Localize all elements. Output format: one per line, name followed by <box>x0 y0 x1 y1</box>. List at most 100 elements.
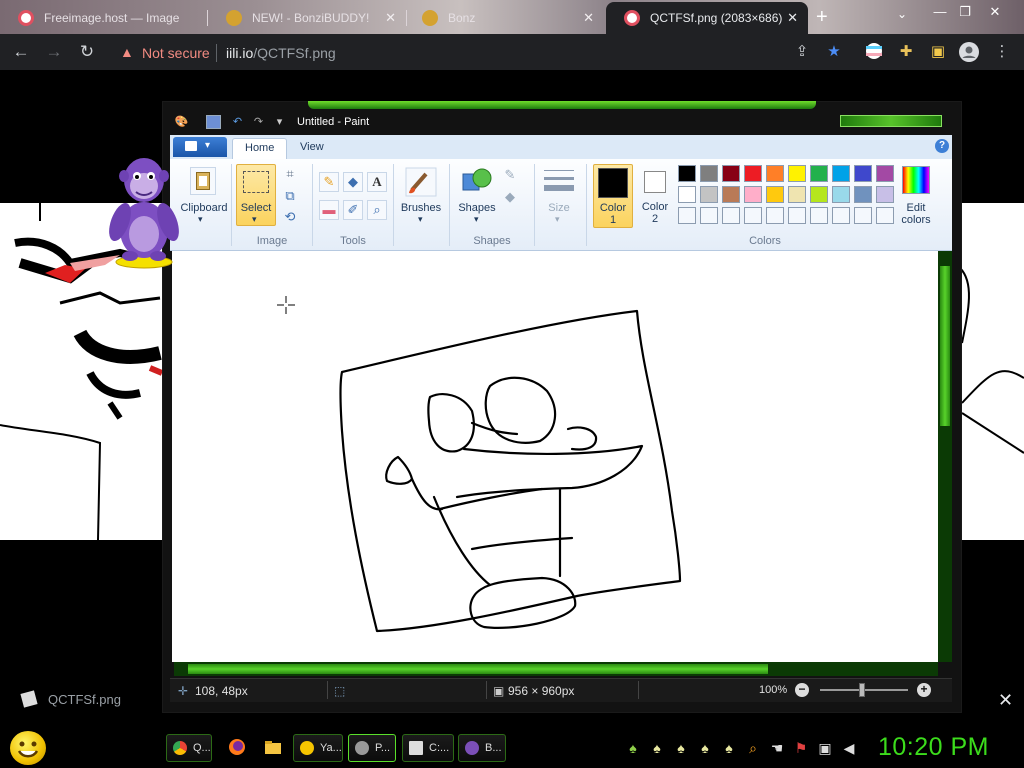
menu-kebab-icon[interactable]: ⋮ <box>992 42 1012 62</box>
crop-icon[interactable]: ⌗ <box>280 165 300 185</box>
new-tab-button[interactable]: + <box>816 6 828 29</box>
palette-empty-swatch[interactable] <box>678 207 696 224</box>
eraser-icon[interactable]: ▬ <box>319 200 339 220</box>
palette-color-swatch[interactable] <box>700 165 718 182</box>
start-button[interactable] <box>10 731 46 765</box>
save-icon[interactable] <box>206 115 221 129</box>
palette-empty-swatch[interactable] <box>832 207 850 224</box>
taskbar-item-paint[interactable]: P... <box>348 734 396 762</box>
undo-icon[interactable]: ↶ <box>230 115 245 129</box>
palette-color-swatch[interactable] <box>722 186 740 203</box>
palette-color-swatch[interactable] <box>744 165 762 182</box>
close-icon[interactable]: ✕ <box>385 10 396 26</box>
pencil-icon[interactable]: ✎ <box>319 172 339 192</box>
color-picker-icon[interactable]: ✐ <box>343 200 363 220</box>
shapes-icon[interactable] <box>460 166 494 198</box>
size-icon[interactable] <box>542 168 576 196</box>
security-indicator[interactable]: Not secure <box>142 45 210 61</box>
tray-bird-icon[interactable]: ♠ <box>648 740 666 756</box>
brushes-icon[interactable] <box>404 166 438 198</box>
vertical-scroll-thumb[interactable] <box>940 266 950 426</box>
folder-icon[interactable] <box>264 738 282 756</box>
palette-color-swatch[interactable] <box>876 186 894 203</box>
restore-icon[interactable]: ❐ <box>955 4 975 20</box>
tray-bird-icon[interactable]: ♠ <box>672 740 690 756</box>
url-text[interactable]: iili.io/QCTFSf.png <box>226 45 336 61</box>
bookmark-star-icon[interactable]: ★ <box>824 42 844 62</box>
palette-color-swatch[interactable] <box>854 165 872 182</box>
help-icon[interactable]: ? <box>935 139 949 153</box>
zoom-out-button[interactable]: − <box>795 683 809 697</box>
reload-icon[interactable]: ↻ <box>76 41 98 63</box>
tab-bonzibuddy[interactable]: NEW! - BonziBUDDY! ✕ <box>208 2 406 34</box>
palette-color-swatch[interactable] <box>810 186 828 203</box>
palette-color-swatch[interactable] <box>700 186 718 203</box>
taskbar-item-bonzi[interactable]: B... <box>458 734 506 762</box>
palette-color-swatch[interactable] <box>788 186 806 203</box>
palette-empty-swatch[interactable] <box>744 207 762 224</box>
palette-color-swatch[interactable] <box>854 186 872 203</box>
taskbar-item-yahoo[interactable]: Ya... <box>293 734 343 762</box>
palette-empty-swatch[interactable] <box>854 207 872 224</box>
tray-flag-icon[interactable]: ⚑ <box>792 740 810 756</box>
palette-color-swatch[interactable] <box>810 165 828 182</box>
palette-color-swatch[interactable] <box>832 165 850 182</box>
tray-network-icon[interactable]: ▣ <box>816 740 834 756</box>
close-window-icon[interactable]: ✕ <box>985 4 1005 20</box>
tab-qctfsf[interactable]: QCTFSf.png (2083×686) ✕ <box>606 2 808 34</box>
tray-hand-icon[interactable]: ☚ <box>768 740 786 756</box>
tray-volume-icon[interactable]: ◀ <box>840 740 858 756</box>
tray-bird-icon[interactable]: ♠ <box>624 740 642 756</box>
quick-access-chevron-down-icon[interactable]: ▾ <box>272 115 287 129</box>
fill-bucket-icon[interactable]: ◆ <box>343 172 363 192</box>
palette-color-swatch[interactable] <box>722 165 740 182</box>
side-panel-icon[interactable]: ▣ <box>928 42 948 62</box>
profile-avatar-icon[interactable] <box>959 42 979 62</box>
extensions-puzzle-icon[interactable]: ✚ <box>896 42 916 62</box>
text-tool-icon[interactable]: A <box>367 172 387 192</box>
palette-empty-swatch[interactable] <box>876 207 894 224</box>
palette-color-swatch[interactable] <box>766 165 784 182</box>
forward-arrow-icon[interactable]: → <box>43 41 65 63</box>
palette-empty-swatch[interactable] <box>810 207 828 224</box>
paint-title-bar[interactable] <box>170 112 952 134</box>
brushes-button[interactable]: Brushes <box>398 202 444 214</box>
color1-button[interactable]: Color 1 <box>593 164 633 228</box>
flag-extension-icon[interactable] <box>864 42 884 62</box>
edit-colors-icon[interactable] <box>902 166 930 194</box>
minimize-icon[interactable]: — <box>930 4 950 20</box>
close-icon[interactable]: ✕ <box>787 10 798 26</box>
tab-search-chevron-icon[interactable]: ⌄ <box>897 7 907 21</box>
horizontal-scroll-thumb[interactable] <box>188 664 768 674</box>
clipboard-icon[interactable] <box>190 167 216 195</box>
zoom-slider-thumb[interactable] <box>859 683 865 697</box>
redo-icon[interactable]: ↷ <box>251 115 266 129</box>
back-arrow-icon[interactable]: ← <box>10 41 32 63</box>
tab-view[interactable]: View <box>288 138 336 159</box>
zoom-in-button[interactable]: + <box>917 683 931 697</box>
tab-home[interactable]: Home <box>232 138 288 159</box>
palette-color-swatch[interactable] <box>876 165 894 182</box>
palette-color-swatch[interactable] <box>766 186 784 203</box>
paint-app-icon[interactable]: 🎨 <box>174 115 189 129</box>
shapes-button[interactable]: Shapes <box>454 202 500 214</box>
palette-empty-swatch[interactable] <box>788 207 806 224</box>
share-icon[interactable]: ⇪ <box>792 42 812 62</box>
firefox-icon[interactable] <box>228 738 246 756</box>
taskbar-item-chrome[interactable]: Q... <box>166 734 212 762</box>
bonzi-buddy-icon[interactable] <box>106 152 180 270</box>
palette-color-swatch[interactable] <box>678 186 696 203</box>
color2-button[interactable]: Color 2 <box>636 164 674 228</box>
tab-bonz[interactable]: Bonz ✕ <box>404 2 604 34</box>
palette-color-swatch[interactable] <box>678 165 696 182</box>
outline-icon[interactable]: ✎ <box>500 166 520 186</box>
palette-color-swatch[interactable] <box>788 165 806 182</box>
rotate-icon[interactable]: ⟲ <box>280 208 300 228</box>
size-button[interactable]: Size <box>540 202 578 214</box>
palette-color-swatch[interactable] <box>832 186 850 203</box>
address-bar[interactable] <box>106 40 854 66</box>
resize-icon[interactable]: ⧉ <box>280 187 300 207</box>
palette-empty-swatch[interactable] <box>722 207 740 224</box>
tray-bird-icon[interactable]: ♠ <box>696 740 714 756</box>
tray-bird-icon[interactable]: ♠ <box>720 740 738 756</box>
